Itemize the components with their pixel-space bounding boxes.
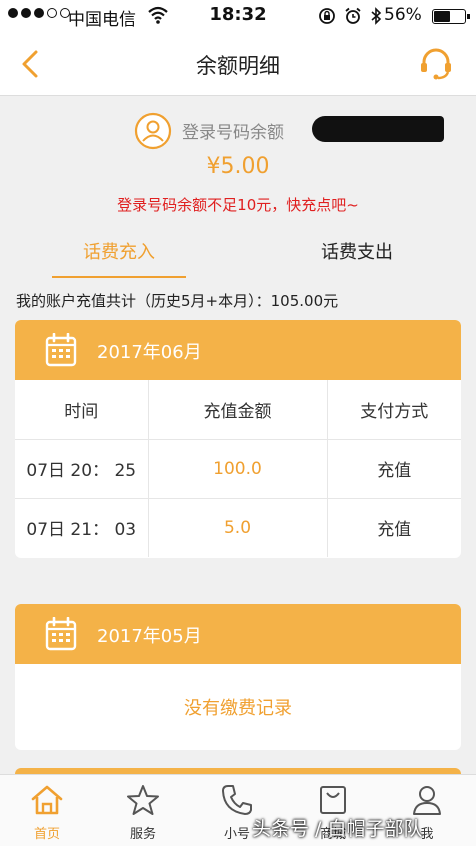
alarm-icon [345,7,361,24]
summary-value: 105.00元 [270,292,339,310]
rotation-lock-icon [319,8,335,24]
tab-expense[interactable]: 话费支出 [290,238,424,264]
recharge-summary: 我的账户充值共计（历史5月+本月）：105.00元 [16,290,338,311]
status-bar: 中国电信 18:32 56% [0,0,476,32]
month-card: 2017年06月 时间 充值金额 支付方式 07日 20： 25 100.0 充… [15,320,461,558]
page-title: 余额明细 [196,54,280,78]
phone-icon [222,785,252,815]
summary-text: 我的账户充值共计（历史5月+本月）： [16,292,271,310]
record-tabs: 话费充入 话费支出 [0,226,476,278]
balance-section: 登录号码余额 ¥5.00 登录号码余额不足10元，快充点吧~ [0,96,476,226]
empty-records-message: 没有缴费记录 [184,698,292,719]
tabbar-label: 服务 [129,827,156,842]
month-card: 2017年05月 没有缴费记录 [15,604,461,750]
recharge-table: 时间 充值金额 支付方式 07日 20： 25 100.0 充值 07日 21：… [15,380,461,557]
calendar-icon [45,617,77,651]
tabbar-label: 首页 [33,827,60,842]
table-header-row: 时间 充值金额 支付方式 [15,380,461,440]
balance-label: 登录号码余额 [182,123,284,143]
star-icon [127,785,159,815]
record-time: 07日 20： 25 [15,439,149,499]
column-header-method: 支付方式 [327,380,461,440]
month-header[interactable]: 2017年05月 [15,604,461,664]
battery-percent: 56% [384,5,422,25]
column-header-time: 时间 [15,380,149,440]
column-header-amount: 充值金额 [148,380,328,440]
user-avatar-icon [134,112,172,150]
shopping-bag-icon [320,786,346,814]
watermark-text: 头条号 / 白帽子部队 [252,818,423,840]
tabbar-item-service[interactable]: 服务 [108,783,178,842]
table-row: 07日 20： 25 100.0 充值 [15,439,461,499]
record-amount: 100.0 [148,439,328,499]
record-time: 07日 21： 03 [15,498,149,557]
headset-icon[interactable] [418,46,454,82]
redacted-phone-number [312,116,444,142]
month-title: 2017年06月 [97,342,202,363]
bluetooth-icon [371,7,382,25]
record-method: 充值 [377,520,412,541]
calendar-icon [45,333,77,367]
nav-bar: 余额明细 [0,32,476,96]
low-balance-warning: 登录号码余额不足10元，快充点吧~ [117,196,359,214]
battery-icon [432,9,470,24]
tabbar-item-home[interactable]: 首页 [12,783,82,842]
table-row: 07日 21： 03 5.0 充值 [15,498,461,557]
month-header[interactable]: 2017年06月 [15,320,461,380]
home-icon [31,785,63,815]
record-amount: 5.0 [148,498,328,557]
record-method: 充值 [327,439,461,499]
month-title: 2017年05月 [97,626,202,647]
balance-amount: ¥5.00 [206,154,270,179]
tab-recharge-in[interactable]: 话费充入 [52,238,186,278]
user-icon [413,786,441,815]
